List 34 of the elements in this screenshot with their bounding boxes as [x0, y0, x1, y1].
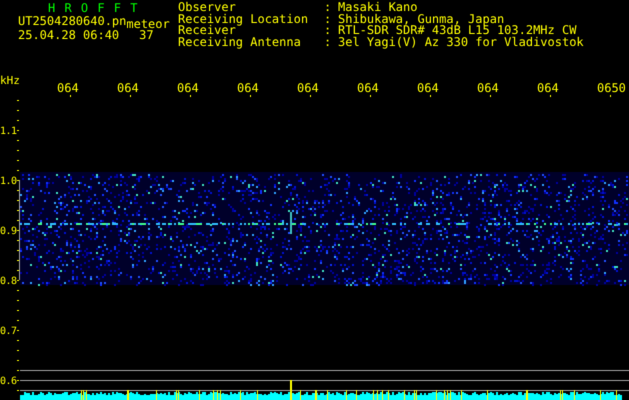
axis-unit: kHz — [0, 74, 20, 87]
time-label: 064 — [297, 81, 319, 95]
time-label: 0650 — [597, 81, 626, 95]
info-label: Observer — [178, 2, 236, 14]
program-title: H R O F F T — [47, 2, 140, 14]
colon-separator: : — [324, 2, 332, 14]
mode-label: meteor — [126, 18, 170, 30]
info-label: Receiving Antenna — [178, 36, 302, 48]
time-label: 064 — [417, 81, 439, 95]
time-label: 064 — [117, 81, 139, 95]
time-label: 064 — [237, 81, 259, 95]
frequency-label: 0.6 — [0, 376, 17, 387]
info-label: Receiving Location — [178, 14, 310, 25]
info-label: Receiver — [178, 25, 236, 36]
time-label: 064 — [357, 81, 379, 95]
colon-separator: : — [324, 14, 332, 25]
colon-separator: : — [324, 25, 332, 36]
count-label: 37 — [139, 29, 154, 41]
time-label: 064 — [177, 81, 199, 95]
time-label: 064 — [537, 81, 559, 95]
info-value: Shibukawa, Gunma, Japan — [338, 14, 504, 25]
info-value: Masaki Kano — [338, 2, 418, 14]
date-time: 25.04.28 06:40 — [18, 29, 120, 41]
time-label: 064 — [477, 81, 499, 95]
frequency-label: 0.7 — [0, 326, 17, 337]
info-value: RTL-SDR SDR# 43dB L15 103.2MHz CW — [338, 25, 576, 36]
frequency-label: 0.8 — [0, 276, 17, 287]
frequency-label: 1.0 — [0, 176, 17, 187]
colon-separator: : — [324, 36, 332, 48]
time-label: 064 — [57, 81, 79, 95]
frequency-label: 1.1 — [0, 126, 17, 137]
file-name: UT2504280640.pn — [18, 15, 126, 27]
info-value: 3el Yagi(V) Az 330 for Vladivostok — [338, 36, 584, 48]
frequency-label: 0.9 — [0, 226, 17, 237]
